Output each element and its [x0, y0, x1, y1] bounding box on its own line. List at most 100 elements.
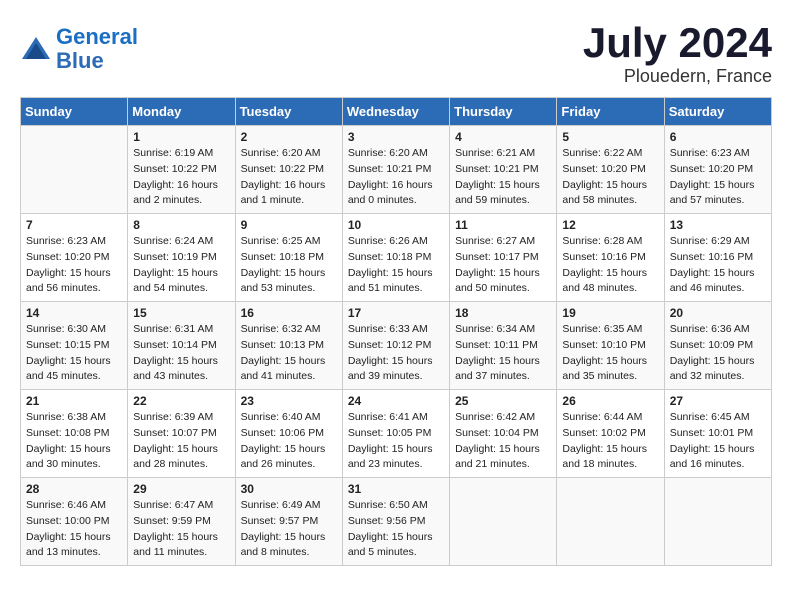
day-number: 22 — [133, 394, 229, 408]
calendar-subtitle: Plouedern, France — [583, 66, 772, 87]
day-number: 1 — [133, 130, 229, 144]
logo-line1: General — [56, 24, 138, 49]
logo-text: General Blue — [56, 25, 138, 73]
calendar-week-row: 14Sunrise: 6:30 AM Sunset: 10:15 PM Dayl… — [21, 302, 772, 390]
calendar-cell: 14Sunrise: 6:30 AM Sunset: 10:15 PM Dayl… — [21, 302, 128, 390]
day-number: 31 — [348, 482, 444, 496]
day-number: 17 — [348, 306, 444, 320]
calendar-cell: 20 Sunrise: 6:36 AM Sunset: 10:09 PM Dayl… — [664, 302, 771, 390]
page-header: General Blue July 2024 Plouedern, France — [20, 20, 772, 87]
calendar-cell: 27 Sunrise: 6:45 AM Sunset: 10:01 PM Dayl… — [664, 390, 771, 478]
day-info: Sunrise: 6:31 AM Sunset: 10:14 PM Daylig… — [133, 322, 229, 385]
day-info: Sunrise: 6:41 AM Sunset: 10:05 PM Daylig… — [348, 410, 444, 473]
day-number: 10 — [348, 218, 444, 232]
day-info: Sunrise: 6:27 AM Sunset: 10:17 PM Daylig… — [455, 234, 551, 297]
day-info: Sunrise: 6:29 AM Sunset: 10:16 PM Daylig… — [670, 234, 766, 297]
day-info: Sunrise: 6:25 AM Sunset: 10:18 PM Daylig… — [241, 234, 337, 297]
calendar-cell: 24 Sunrise: 6:41 AM Sunset: 10:05 PM Dayl… — [342, 390, 449, 478]
calendar-cell: 9 Sunrise: 6:25 AM Sunset: 10:18 PM Dayli… — [235, 214, 342, 302]
calendar-cell: 4Sunrise: 6:21 AM Sunset: 10:21 PM Dayli… — [450, 126, 557, 214]
day-info: Sunrise: 6:30 AM Sunset: 10:15 PM Daylig… — [26, 322, 122, 385]
day-number: 9 — [241, 218, 337, 232]
day-info: Sunrise: 6:50 AM Sunset: 9:56 PM Dayligh… — [348, 498, 444, 561]
day-info: Sunrise: 6:39 AM Sunset: 10:07 PM Daylig… — [133, 410, 229, 473]
day-info: Sunrise: 6:47 AM Sunset: 9:59 PM Dayligh… — [133, 498, 229, 561]
logo-line2: Blue — [56, 48, 104, 73]
calendar-cell: 30 Sunrise: 6:49 AM Sunset: 9:57 PM Dayli… — [235, 478, 342, 566]
day-number: 27 — [670, 394, 766, 408]
day-number: 30 — [241, 482, 337, 496]
calendar-cell: 22 Sunrise: 6:39 AM Sunset: 10:07 PM Dayl… — [128, 390, 235, 478]
calendar-cell: 25 Sunrise: 6:42 AM Sunset: 10:04 PM Dayl… — [450, 390, 557, 478]
day-info: Sunrise: 6:26 AM Sunset: 10:18 PM Daylig… — [348, 234, 444, 297]
day-of-week-header: Saturday — [664, 98, 771, 126]
calendar-cell: 13 Sunrise: 6:29 AM Sunset: 10:16 PM Dayl… — [664, 214, 771, 302]
day-info: Sunrise: 6:19 AM Sunset: 10:22 PM Daylig… — [133, 146, 229, 209]
day-number: 23 — [241, 394, 337, 408]
logo: General Blue — [20, 25, 138, 73]
day-info: Sunrise: 6:22 AM Sunset: 10:20 PM Daylig… — [562, 146, 658, 209]
day-info: Sunrise: 6:23 AM Sunset: 10:20 PM Daylig… — [26, 234, 122, 297]
day-info: Sunrise: 6:42 AM Sunset: 10:04 PM Daylig… — [455, 410, 551, 473]
day-info: Sunrise: 6:46 AM Sunset: 10:00 PM Daylig… — [26, 498, 122, 561]
calendar-cell: 26Sunrise: 6:44 AM Sunset: 10:02 PM Dayl… — [557, 390, 664, 478]
calendar-cell: 18 Sunrise: 6:34 AM Sunset: 10:11 PM Dayl… — [450, 302, 557, 390]
day-number: 26 — [562, 394, 658, 408]
calendar-week-row: 1 Sunrise: 6:19 AM Sunset: 10:22 PM Dayli… — [21, 126, 772, 214]
calendar-cell: 11 Sunrise: 6:27 AM Sunset: 10:17 PM Dayl… — [450, 214, 557, 302]
logo-icon — [20, 35, 52, 63]
day-number: 3 — [348, 130, 444, 144]
day-number: 18 — [455, 306, 551, 320]
calendar-title: July 2024 — [583, 20, 772, 66]
calendar-cell: 19Sunrise: 6:35 AM Sunset: 10:10 PM Dayl… — [557, 302, 664, 390]
day-of-week-header: Thursday — [450, 98, 557, 126]
day-info: Sunrise: 6:32 AM Sunset: 10:13 PM Daylig… — [241, 322, 337, 385]
calendar-cell: 28 Sunrise: 6:46 AM Sunset: 10:00 PM Dayl… — [21, 478, 128, 566]
calendar-cell: 31 Sunrise: 6:50 AM Sunset: 9:56 PM Dayli… — [342, 478, 449, 566]
calendar-cell: 6Sunrise: 6:23 AM Sunset: 10:20 PM Dayli… — [664, 126, 771, 214]
day-info: Sunrise: 6:45 AM Sunset: 10:01 PM Daylig… — [670, 410, 766, 473]
calendar-cell: 29Sunrise: 6:47 AM Sunset: 9:59 PM Dayli… — [128, 478, 235, 566]
calendar-cell: 7Sunrise: 6:23 AM Sunset: 10:20 PM Dayli… — [21, 214, 128, 302]
day-of-week-header: Sunday — [21, 98, 128, 126]
calendar-week-row: 28 Sunrise: 6:46 AM Sunset: 10:00 PM Dayl… — [21, 478, 772, 566]
calendar-cell: 8 Sunrise: 6:24 AM Sunset: 10:19 PM Dayli… — [128, 214, 235, 302]
day-number: 4 — [455, 130, 551, 144]
day-info: Sunrise: 6:49 AM Sunset: 9:57 PM Dayligh… — [241, 498, 337, 561]
day-number: 2 — [241, 130, 337, 144]
day-number: 20 — [670, 306, 766, 320]
calendar-cell: 1 Sunrise: 6:19 AM Sunset: 10:22 PM Dayli… — [128, 126, 235, 214]
calendar-header-row: SundayMondayTuesdayWednesdayThursdayFrid… — [21, 98, 772, 126]
day-info: Sunrise: 6:34 AM Sunset: 10:11 PM Daylig… — [455, 322, 551, 385]
day-number: 8 — [133, 218, 229, 232]
calendar-cell: 2 Sunrise: 6:20 AM Sunset: 10:22 PM Dayli… — [235, 126, 342, 214]
day-info: Sunrise: 6:40 AM Sunset: 10:06 PM Daylig… — [241, 410, 337, 473]
day-number: 6 — [670, 130, 766, 144]
calendar-cell: 12Sunrise: 6:28 AM Sunset: 10:16 PM Dayl… — [557, 214, 664, 302]
day-number: 24 — [348, 394, 444, 408]
day-info: Sunrise: 6:33 AM Sunset: 10:12 PM Daylig… — [348, 322, 444, 385]
calendar-cell: 5Sunrise: 6:22 AM Sunset: 10:20 PM Dayli… — [557, 126, 664, 214]
day-number: 25 — [455, 394, 551, 408]
day-info: Sunrise: 6:35 AM Sunset: 10:10 PM Daylig… — [562, 322, 658, 385]
day-of-week-header: Monday — [128, 98, 235, 126]
day-number: 13 — [670, 218, 766, 232]
calendar-cell: 21Sunrise: 6:38 AM Sunset: 10:08 PM Dayl… — [21, 390, 128, 478]
calendar-cell — [557, 478, 664, 566]
calendar-table: SundayMondayTuesdayWednesdayThursdayFrid… — [20, 97, 772, 566]
calendar-cell: 16Sunrise: 6:32 AM Sunset: 10:13 PM Dayl… — [235, 302, 342, 390]
day-info: Sunrise: 6:36 AM Sunset: 10:09 PM Daylig… — [670, 322, 766, 385]
calendar-cell — [450, 478, 557, 566]
day-info: Sunrise: 6:24 AM Sunset: 10:19 PM Daylig… — [133, 234, 229, 297]
day-of-week-header: Tuesday — [235, 98, 342, 126]
calendar-cell — [664, 478, 771, 566]
day-info: Sunrise: 6:20 AM Sunset: 10:22 PM Daylig… — [241, 146, 337, 209]
title-block: July 2024 Plouedern, France — [583, 20, 772, 87]
calendar-cell: 17 Sunrise: 6:33 AM Sunset: 10:12 PM Dayl… — [342, 302, 449, 390]
calendar-cell: 10 Sunrise: 6:26 AM Sunset: 10:18 PM Dayl… — [342, 214, 449, 302]
calendar-week-row: 21Sunrise: 6:38 AM Sunset: 10:08 PM Dayl… — [21, 390, 772, 478]
day-number: 28 — [26, 482, 122, 496]
day-info: Sunrise: 6:38 AM Sunset: 10:08 PM Daylig… — [26, 410, 122, 473]
day-number: 11 — [455, 218, 551, 232]
day-of-week-header: Friday — [557, 98, 664, 126]
